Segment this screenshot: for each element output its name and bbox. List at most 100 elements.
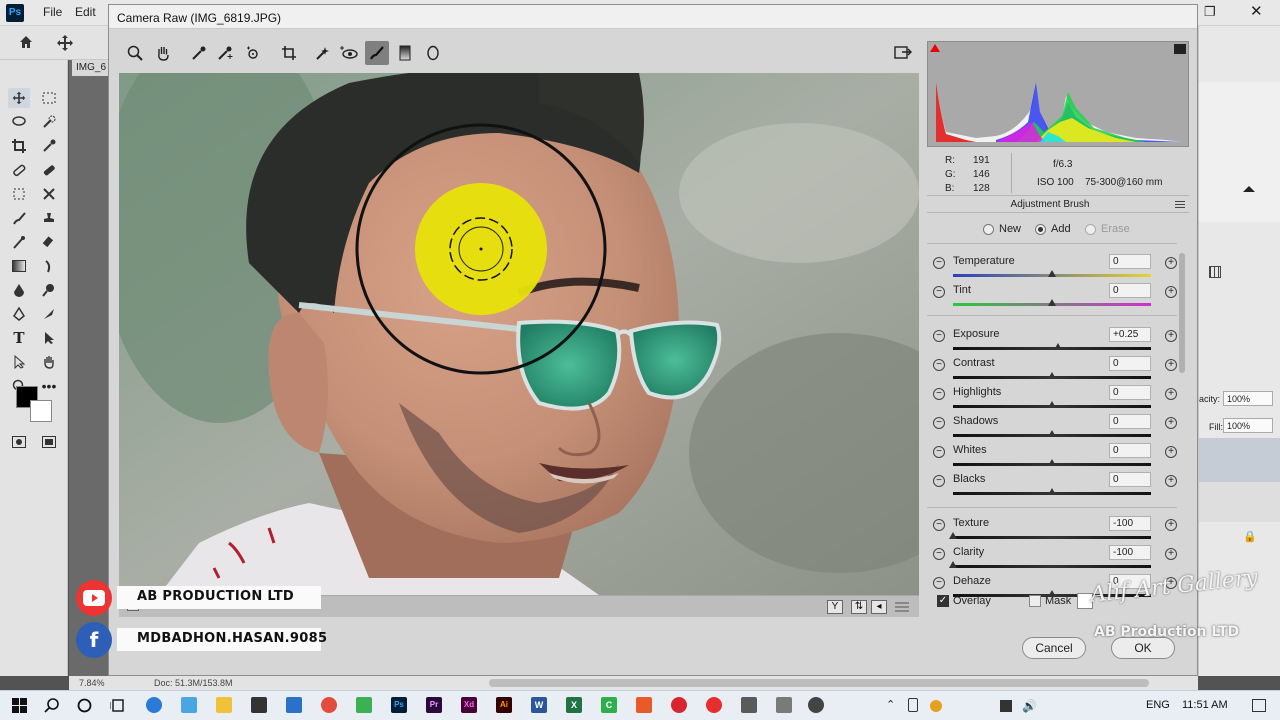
minus-icon[interactable]: − [933, 257, 945, 269]
mask-checkbox[interactable] [1029, 595, 1041, 607]
drive-icon[interactable] [356, 697, 372, 713]
dodge-tool-icon[interactable] [38, 280, 60, 300]
graduated-filter-icon[interactable] [393, 41, 417, 65]
slider-highlights[interactable]: − Highlights 0 + [927, 384, 1177, 413]
slider-value-field[interactable]: 0 [1109, 385, 1151, 400]
tray-expand-icon[interactable]: ⌃ [886, 698, 895, 711]
clone-stamp-icon[interactable] [38, 208, 60, 228]
computer-icon[interactable] [181, 697, 197, 713]
slider-value-field[interactable]: -100 [1109, 516, 1151, 531]
minus-icon[interactable]: − [933, 359, 945, 371]
quick-select-icon[interactable] [38, 112, 60, 132]
slider-thumb[interactable] [1048, 401, 1056, 408]
photoshop-taskbar-icon[interactable]: Ps [391, 697, 407, 713]
slider-whites[interactable]: − Whites 0 + [927, 442, 1177, 471]
more-tools-icon[interactable]: ••• [38, 376, 60, 396]
plus-icon[interactable]: + [1165, 257, 1177, 269]
slider-thumb[interactable] [1048, 372, 1056, 379]
layer-row-selected[interactable] [1199, 438, 1280, 482]
task-view-icon[interactable] [110, 698, 125, 713]
opacity-field[interactable]: 100% [1223, 391, 1273, 406]
plus-icon[interactable]: + [1165, 417, 1177, 429]
pinterest-icon[interactable] [671, 697, 687, 713]
illustrator-icon[interactable]: Ai [496, 697, 512, 713]
excel-icon[interactable]: X [566, 697, 582, 713]
slider-thumb[interactable] [949, 532, 957, 539]
plus-icon[interactable]: + [1165, 519, 1177, 531]
healing-brush-icon[interactable] [8, 160, 30, 180]
word-icon[interactable]: W [531, 697, 547, 713]
background-color-swatch[interactable] [30, 400, 52, 422]
type-tool-icon[interactable]: T [8, 328, 30, 348]
plus-icon[interactable]: + [1165, 446, 1177, 458]
slider-temperature[interactable]: − Temperature 0 + [927, 253, 1177, 282]
slider-thumb[interactable] [1053, 343, 1062, 350]
plus-icon[interactable]: + [1165, 330, 1177, 342]
slider-thumb[interactable] [1048, 459, 1056, 466]
color-sampler-icon[interactable] [213, 41, 237, 65]
open-preferences-icon[interactable] [891, 41, 915, 65]
smudge-tool-icon[interactable] [38, 256, 60, 276]
input-language[interactable]: ENG [1146, 699, 1170, 711]
red-eye-icon[interactable] [337, 41, 361, 65]
document-tab[interactable]: IMG_6 [72, 60, 112, 76]
slider-exposure[interactable]: − Exposure +0.25 + [927, 326, 1177, 355]
tray-app-icon[interactable] [930, 700, 942, 712]
volume-icon[interactable]: 🔊 [1022, 699, 1037, 713]
horizontal-scrollbar[interactable] [489, 679, 1149, 687]
plus-icon[interactable]: + [1165, 359, 1177, 371]
chrome-icon[interactable] [321, 697, 337, 713]
slider-value-field[interactable]: +0.25 [1109, 327, 1151, 342]
brush-tool-icon[interactable] [8, 208, 30, 228]
path-select-icon[interactable] [38, 328, 60, 348]
screen-mode-icon[interactable] [38, 432, 60, 452]
plus-icon[interactable]: + [1165, 475, 1177, 487]
minus-icon[interactable]: − [933, 475, 945, 487]
store-icon[interactable] [251, 697, 267, 713]
white-balance-icon[interactable] [187, 41, 211, 65]
slider-track[interactable] [953, 536, 1151, 539]
cancel-button[interactable]: Cancel [1022, 637, 1086, 659]
slider-value-field[interactable]: 0 [1109, 283, 1151, 298]
slider-value-field[interactable]: 0 [1109, 443, 1151, 458]
slider-tint[interactable]: − Tint 0 + [927, 282, 1177, 311]
move-tool-icon[interactable] [56, 34, 74, 52]
premiere-icon[interactable]: Pr [426, 697, 442, 713]
edge-icon[interactable] [146, 697, 162, 713]
quick-mask-icon[interactable] [8, 432, 30, 452]
minus-icon[interactable]: − [933, 548, 945, 560]
before-after-y-icon[interactable]: Y [827, 600, 843, 614]
slider-value-field[interactable]: 0 [1109, 472, 1151, 487]
red-eye-tool-icon[interactable] [38, 184, 60, 204]
crop-tool-icon[interactable] [8, 136, 30, 156]
image-preview[interactable] [119, 73, 919, 595]
targeted-adjustment-icon[interactable] [241, 41, 265, 65]
slider-thumb[interactable] [949, 561, 957, 568]
toggle-settings-icon[interactable] [895, 602, 909, 612]
slider-contrast[interactable]: − Contrast 0 + [927, 355, 1177, 384]
battery-icon[interactable] [908, 698, 918, 712]
clock[interactable]: 11:51 AM [1182, 699, 1228, 711]
pen-tool-icon[interactable] [8, 304, 30, 324]
lasso-tool-icon[interactable] [8, 112, 30, 132]
plus-icon[interactable]: + [1165, 286, 1177, 298]
hand-tool-icon[interactable] [38, 352, 60, 372]
eraser-tool-icon[interactable] [38, 232, 60, 252]
search-icon[interactable] [44, 698, 59, 713]
marquee-tool-icon[interactable] [38, 88, 60, 108]
plus-icon[interactable]: + [1165, 388, 1177, 400]
minus-icon[interactable]: − [933, 519, 945, 531]
app-orange-icon[interactable] [636, 697, 652, 713]
layer-row[interactable] [1199, 482, 1280, 522]
crop-icon[interactable] [277, 41, 301, 65]
panel-scrollbar[interactable] [1179, 253, 1185, 373]
plus-icon[interactable]: + [1165, 548, 1177, 560]
camtasia-icon[interactable]: C [601, 697, 617, 713]
minus-icon[interactable]: − [933, 577, 945, 589]
slider-track[interactable] [953, 565, 1151, 568]
slider-value-field[interactable]: 0 [1109, 356, 1151, 371]
menu-file[interactable]: File [43, 5, 62, 19]
spot-removal-icon[interactable] [311, 41, 335, 65]
collapse-arrow-icon[interactable] [1243, 186, 1255, 192]
swap-before-after-icon[interactable]: ⇅ [851, 600, 867, 614]
